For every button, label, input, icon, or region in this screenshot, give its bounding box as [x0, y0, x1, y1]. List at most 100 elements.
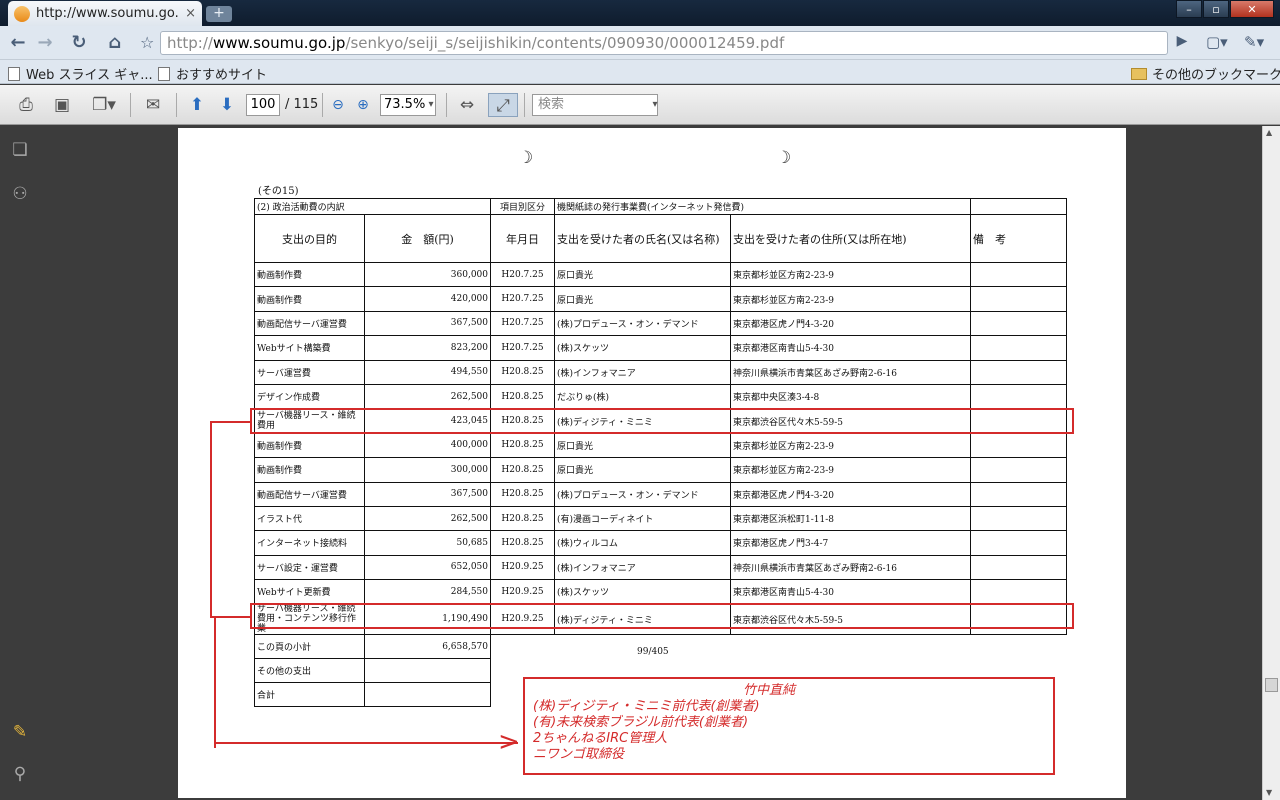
annotation-box: 竹中直純 (株)ディジティ・ミニミ前代表(創業者) (有)未来検索ブラジル前代表… — [523, 677, 1055, 775]
header-remarks: 備 考 — [970, 214, 1067, 263]
address-bar[interactable]: http://www.soumu.go.jp/senkyo/seiji_s/se… — [160, 31, 1168, 55]
row-amount: 50,685 — [364, 530, 491, 556]
row-payee-name: 原口貴光 — [554, 432, 731, 459]
page-menu-icon[interactable]: ▢▾ — [1206, 33, 1228, 51]
row-purpose: サーバ運営費 — [254, 359, 365, 385]
row-payee-name: (株)スケッツ — [554, 335, 731, 361]
blank-cell — [364, 658, 491, 684]
row-purpose: イラスト代 — [254, 505, 365, 532]
table-row: サーバ運営費 494,550 H20.8.25 (株)インフォマニア 神奈川県横浜市青葉… — [254, 359, 1067, 385]
row-date: H20.7.25 — [490, 286, 555, 312]
binoculars-icon[interactable]: ⚇ — [10, 184, 30, 204]
browser-tab[interactable]: http://www.soumu.go... × — [8, 1, 202, 26]
row-payee-address: 東京都杉並区方南2-23-9 — [730, 432, 971, 459]
table-row: インターネット接続料 50,685 H20.8.25 (株)ウィルコム 東京都港区虎ノ門… — [254, 530, 1067, 556]
bookmark-label: Web スライス ギャ... — [26, 68, 153, 83]
row-payee-name: (株)インフォマニア — [554, 359, 731, 385]
share-icon[interactable]: ❐▾ — [86, 93, 122, 117]
page-number-input[interactable]: 100 — [246, 94, 280, 116]
table-row: 動画制作費 360,000 H20.7.25 原口貴光 東京都杉並区方南2-23-9 — [254, 261, 1067, 288]
divider — [176, 93, 177, 117]
folder-icon — [1131, 67, 1147, 80]
row-purpose: 動画制作費 — [254, 261, 365, 288]
pages-panel-icon[interactable]: ❏ — [10, 140, 30, 160]
row-purpose: Webサイト更新費 — [254, 579, 365, 605]
minimize-button[interactable]: – — [1176, 0, 1202, 18]
row-amount: 284,550 — [364, 579, 491, 605]
zoom-in-icon[interactable]: ⊕ — [353, 93, 373, 117]
prev-page-icon[interactable]: ⬆ — [186, 93, 208, 117]
bookmark-star-icon[interactable]: ☆ — [140, 33, 154, 52]
row-payee-name: (株)インフォマニア — [554, 554, 731, 581]
comment-icon[interactable]: ✉ — [140, 93, 166, 117]
home-button[interactable]: ⌂ — [103, 32, 127, 54]
other-bookmarks[interactable]: その他のブックマーク — [1131, 64, 1280, 83]
divider — [446, 93, 447, 117]
row-payee-name: 原口貴光 — [554, 457, 731, 483]
new-tab-button[interactable]: + — [206, 6, 232, 22]
scroll-thumb[interactable] — [1265, 678, 1278, 692]
page-total: / 115 — [285, 97, 319, 112]
scroll-down-icon[interactable]: ▼ — [1266, 788, 1272, 797]
moon-mark-icon: ☽ — [776, 148, 792, 168]
row-remarks — [970, 530, 1067, 556]
reload-button[interactable]: ↻ — [67, 32, 91, 54]
wrench-menu-icon[interactable]: ✎▾ — [1244, 33, 1264, 51]
find-dropdown-icon[interactable]: ▾ — [650, 93, 660, 117]
zoom-dropdown-icon[interactable]: ▾ — [426, 93, 436, 117]
tab-close-icon[interactable]: × — [185, 6, 196, 21]
row-purpose: 動画配信サーバ運営費 — [254, 481, 365, 507]
highlight-box-row-7 — [250, 408, 1074, 434]
row-date: H20.7.25 — [490, 261, 555, 288]
table-row: Webサイト更新費 284,550 H20.9.25 (株)スケッツ 東京都港区南青山5… — [254, 579, 1067, 605]
row-purpose: 動画制作費 — [254, 457, 365, 483]
blank-cell — [970, 198, 1067, 215]
close-window-button[interactable]: ✕ — [1230, 0, 1274, 18]
row-payee-address: 東京都杉並区方南2-23-9 — [730, 457, 971, 483]
bookmark-web-slice[interactable]: Web スライス ギャ... — [8, 64, 153, 83]
table-row: 動画制作費 300,000 H20.8.25 原口貴光 東京都杉並区方南2-23-9 — [254, 457, 1067, 483]
save-icon[interactable]: ▣ — [50, 93, 74, 117]
row-date: H20.8.25 — [490, 432, 555, 459]
moon-mark-icon: ☽ — [518, 148, 534, 168]
back-button[interactable]: ← — [6, 32, 30, 54]
zoom-out-icon[interactable]: ⊖ — [328, 93, 348, 117]
pdf-side-rail: ❏ ⚇ ✎ ⚲ — [0, 126, 40, 800]
comments-icon[interactable]: ✎ — [10, 722, 30, 742]
fit-width-icon[interactable]: ⇔ — [456, 93, 478, 117]
go-icon[interactable]: ▶ — [1172, 33, 1192, 53]
connector-line — [210, 421, 250, 423]
connector-line — [210, 616, 250, 618]
maximize-button[interactable]: ▫ — [1203, 0, 1229, 18]
attachments-icon[interactable]: ⚲ — [10, 764, 30, 784]
bookmark-recommended[interactable]: おすすめサイト — [158, 64, 267, 83]
category-value: 機関紙誌の発行事業費(インターネット発信費) — [554, 198, 971, 215]
find-input[interactable]: 検索 — [532, 94, 658, 116]
table-row: 動画制作費 420,000 H20.7.25 原口貴光 東京都杉並区方南2-23-9 — [254, 286, 1067, 312]
fit-page-icon[interactable]: ⤢ — [488, 93, 518, 117]
row-payee-address: 東京都港区南青山5-4-30 — [730, 335, 971, 361]
url-domain: www.soumu.go.jp — [212, 34, 346, 52]
table-row: 動画配信サーバ運営費 367,500 H20.7.25 (株)プロデュース・オン・デマ… — [254, 310, 1067, 337]
print-icon[interactable]: ⎙ — [14, 93, 38, 117]
table-row: 動画制作費 400,000 H20.8.25 原口貴光 東京都杉並区方南2-23-9 — [254, 432, 1067, 459]
row-remarks — [970, 261, 1067, 288]
row-payee-address: 東京都杉並区方南2-23-9 — [730, 261, 971, 288]
connector-line — [214, 616, 216, 748]
browser-toolbar: ← → ↻ ⌂ ☆ http://www.soumu.go.jp/senkyo/… — [0, 26, 1280, 60]
document-viewport[interactable]: ☽ ☽ (その15) (2) 政治活動費の内訳 項目別区分 機関紙誌の発行事業費… — [40, 126, 1262, 800]
next-page-icon[interactable]: ⬇ — [216, 93, 238, 117]
row-amount: 262,500 — [364, 505, 491, 532]
header-amount: 金 額(円) — [364, 214, 491, 263]
forward-button[interactable]: → — [33, 32, 57, 54]
scroll-up-icon[interactable]: ▲ — [1266, 128, 1272, 137]
vertical-scrollbar[interactable]: ▲ ▼ — [1262, 126, 1280, 800]
page-number-footer: 99/405 — [637, 647, 669, 657]
annotation-line: 2ちゃんねるIRC管理人 — [533, 731, 668, 746]
blank-cell — [364, 682, 491, 708]
row-payee-name: 原口貴光 — [554, 261, 731, 288]
expense-table: (2) 政治活動費の内訳 項目別区分 機関紙誌の発行事業費(インターネット発信費… — [254, 198, 1067, 708]
row-amount: 360,000 — [364, 261, 491, 288]
annotation-line: ニワンゴ取締役 — [533, 747, 625, 762]
row-date: H20.9.25 — [490, 579, 555, 605]
